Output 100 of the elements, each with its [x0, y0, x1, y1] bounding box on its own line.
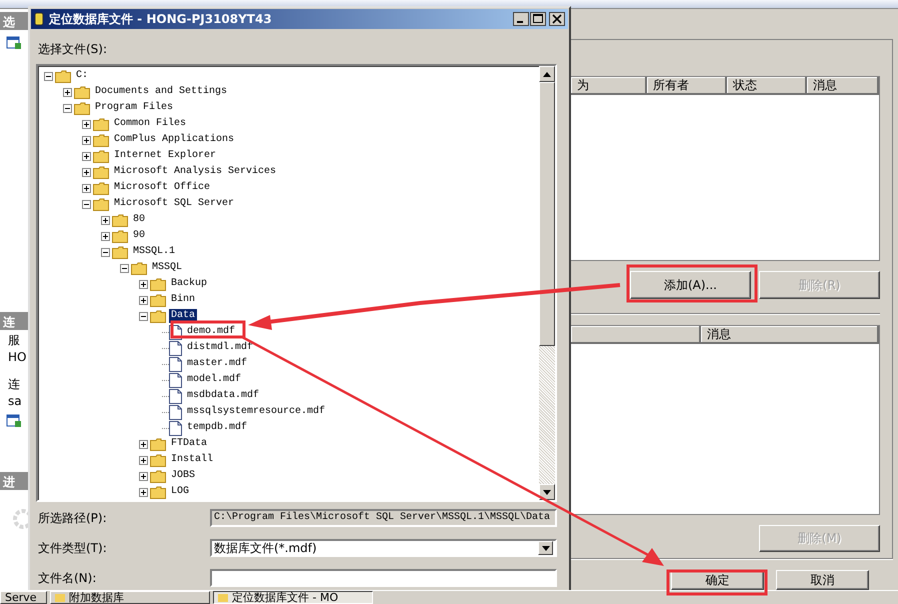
path-field[interactable]: C:\Program Files\Microsoft SQL Server\MSSQL.1\MSSQL\Data [210, 509, 557, 527]
expand-toggle-icon[interactable] [139, 456, 148, 464]
tree-item[interactable]: Microsoft SQL Server [112, 197, 236, 211]
tree-item[interactable]: Documents and Settings [93, 85, 230, 99]
folder-icon [93, 134, 109, 146]
tree-item[interactable]: demo.mdf [185, 325, 238, 339]
info-text: HO [7, 351, 26, 364]
dropdown-arrow-icon[interactable] [542, 546, 550, 550]
folder-icon [93, 198, 109, 210]
expand-toggle-icon[interactable] [101, 216, 110, 224]
folder-icon [93, 182, 109, 194]
folder-icon [150, 310, 166, 322]
taskbar-button[interactable]: Serve [0, 591, 47, 604]
expand-toggle-icon[interactable] [101, 232, 110, 240]
folder-icon [93, 118, 109, 130]
scroll-up-icon[interactable] [543, 72, 551, 76]
folder-icon [131, 262, 147, 274]
section-header: 进 [0, 472, 28, 490]
file-icon [169, 404, 182, 420]
dialog-button[interactable]: 取消 [776, 570, 869, 590]
tree-item[interactable]: C: [74, 69, 90, 83]
tree-item[interactable]: tempdb.mdf [185, 421, 250, 435]
scrollbar[interactable] [539, 66, 555, 500]
file-icon [169, 372, 182, 388]
tree-item[interactable]: Binn [169, 293, 198, 307]
tree-item[interactable]: 80 [131, 213, 148, 227]
tree-item[interactable]: Internet Explorer [112, 149, 218, 163]
tree-item[interactable]: mssqlsystemresource.mdf [185, 405, 328, 419]
tree-item[interactable]: Microsoft Office [112, 181, 212, 195]
folder-icon [112, 246, 128, 258]
tree-item[interactable]: model.mdf [185, 373, 244, 387]
taskbar-button[interactable]: 定位数据库文件 - MO [213, 591, 373, 604]
tree-item[interactable]: Microsoft Analysis Services [112, 165, 278, 179]
column-header[interactable]: 消息 [807, 77, 879, 95]
scroll-down-icon[interactable] [543, 490, 551, 494]
info-text: sa [7, 395, 22, 408]
tree-item[interactable]: msdbdata.mdf [185, 389, 262, 403]
collapse-toggle-icon[interactable] [120, 264, 129, 272]
expand-toggle-icon[interactable] [139, 440, 148, 448]
tree-item[interactable]: Backup [169, 277, 210, 291]
close-button[interactable] [549, 12, 565, 26]
expand-toggle-icon[interactable] [139, 280, 148, 288]
section-header: 选 [0, 12, 28, 30]
window-title: 定位数据库文件 - HONG-PJ3108YT43 [49, 10, 272, 28]
tree-item[interactable]: master.mdf [185, 357, 250, 371]
minimize-button[interactable] [513, 12, 529, 26]
tree-label: 选择文件(S): [38, 41, 108, 58]
tree-item[interactable]: Install [169, 453, 216, 467]
window-icon [6, 36, 22, 50]
file-button[interactable]: 添加(A)... [630, 271, 751, 299]
section-header: 连 [0, 312, 28, 330]
expand-toggle-icon[interactable] [139, 296, 148, 304]
collapse-toggle-icon[interactable] [139, 312, 148, 320]
column-header[interactable]: 消息 [701, 326, 879, 344]
file-type-dropdown[interactable]: 数据库文件(*.mdf) [210, 539, 557, 557]
folder-icon [112, 214, 128, 226]
tree-item[interactable]: distmdl.mdf [185, 341, 256, 355]
tree-item[interactable]: ComPlus Applications [112, 133, 236, 147]
tree-item[interactable]: Program Files [93, 101, 176, 115]
folder-icon [150, 454, 166, 466]
expand-toggle-icon[interactable] [82, 120, 91, 128]
tree-item[interactable]: MSSQL.1 [131, 245, 178, 259]
tree-item[interactable]: LOG [169, 485, 192, 499]
file-name-field[interactable] [210, 569, 557, 587]
folder-icon [74, 86, 90, 98]
expand-toggle-icon[interactable] [139, 488, 148, 496]
tree-item[interactable]: MSSQL [150, 261, 184, 275]
field-label: 所选路径(P): [37, 510, 108, 526]
window-icon [6, 414, 22, 428]
taskbar-button[interactable]: 附加数据库 [50, 591, 210, 604]
expand-toggle-icon[interactable] [82, 184, 91, 192]
expand-toggle-icon[interactable] [82, 152, 91, 160]
database-icon [34, 12, 44, 26]
expand-toggle-icon[interactable] [82, 136, 91, 144]
maximize-button[interactable] [530, 12, 546, 26]
folder-icon [150, 438, 166, 450]
collapse-toggle-icon[interactable] [101, 248, 110, 256]
file-icon [169, 340, 182, 356]
file-icon [169, 420, 182, 436]
expand-toggle-icon[interactable] [139, 472, 148, 480]
tree-item[interactable]: JOBS [169, 469, 198, 483]
column-header[interactable]: 状态 [727, 77, 807, 95]
folder-icon [112, 230, 128, 242]
collapse-toggle-icon[interactable] [44, 72, 53, 80]
file-icon [169, 388, 182, 404]
column-header[interactable]: 所有者 [647, 77, 727, 95]
column-header[interactable]: 为 [571, 77, 647, 95]
tree-item[interactable]: 90 [131, 229, 148, 243]
field-label: 文件名(N): [37, 570, 98, 586]
tree-item[interactable]: Common Files [112, 117, 188, 131]
folder-icon [74, 102, 90, 114]
folder-icon [150, 470, 166, 482]
collapse-toggle-icon[interactable] [63, 104, 72, 112]
collapse-toggle-icon[interactable] [82, 200, 91, 208]
tree-item[interactable]: FTData [169, 437, 210, 451]
expand-toggle-icon[interactable] [63, 88, 72, 96]
expand-toggle-icon[interactable] [82, 168, 91, 176]
column-header[interactable] [571, 326, 701, 344]
folder-icon [55, 70, 71, 82]
file-icon [169, 356, 182, 372]
